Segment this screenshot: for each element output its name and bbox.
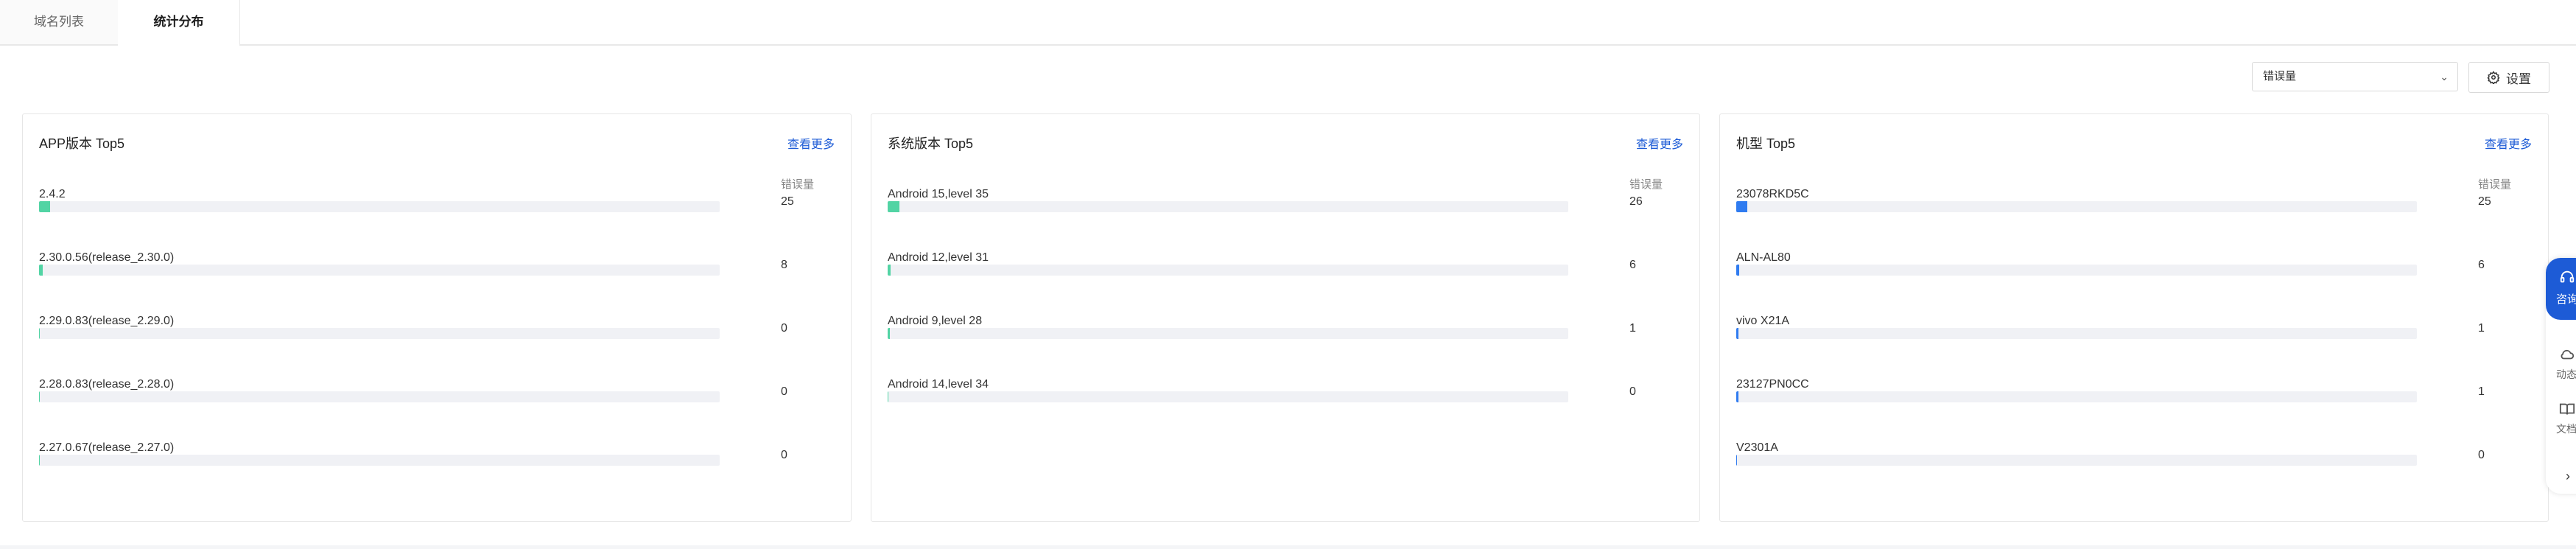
bar-track — [1736, 328, 2417, 339]
row-label: 23078RKD5C — [1736, 188, 1809, 200]
bar-track — [888, 201, 1568, 212]
tab-stats-distribution[interactable]: 统计分布 — [118, 0, 240, 46]
settings-button[interactable]: 设置 — [2468, 62, 2549, 93]
row-value: 0 — [1629, 385, 1636, 398]
row-value: 6 — [2478, 259, 2485, 271]
view-more-link[interactable]: 查看更多 — [1636, 134, 1683, 152]
card-title: 机型 Top5 — [1736, 136, 1796, 151]
card-system-version: 系统版本 Top5 查看更多 错误量 Android 15,level 35 2… — [871, 113, 1700, 522]
row-value: 1 — [2478, 322, 2485, 335]
row-value: 6 — [1629, 259, 1636, 271]
row-label: 2.28.0.83(release_2.28.0) — [39, 378, 175, 391]
bar-fill — [1736, 455, 1737, 466]
bar-track — [39, 391, 720, 402]
bar-track — [888, 391, 1568, 402]
bar-fill — [888, 328, 890, 339]
list-item: Android 9,level 28 1 — [888, 315, 1676, 344]
bar-track — [1736, 391, 2417, 402]
card-device-model: 机型 Top5 查看更多 错误量 23078RKD5C 25 ALN-AL80 … — [1719, 113, 2549, 522]
bar-track — [39, 201, 720, 212]
list-item: 23078RKD5C 25 — [1736, 188, 2524, 217]
list-item: Android 12,level 31 6 — [888, 251, 1676, 281]
dynamic-label: 动态 — [2556, 368, 2576, 380]
bar-fill — [39, 265, 43, 276]
consult-button[interactable]: 咨询 — [2546, 258, 2576, 320]
card-app-version: APP版本 Top5 查看更多 错误量 2.4.2 25 2.30.0.56(r… — [22, 113, 852, 522]
dynamic-button[interactable]: 动态 — [2546, 340, 2576, 388]
bar-track — [39, 328, 720, 339]
row-value: 26 — [1629, 195, 1643, 208]
page-bottom-divider — [0, 545, 2576, 549]
tab-bar: 域名列表 统计分布 — [0, 0, 2576, 46]
list-item: V2301A 0 — [1736, 441, 2524, 471]
row-label: V2301A — [1736, 441, 1778, 454]
list-item: vivo X21A 1 — [1736, 315, 2524, 344]
bar-track — [888, 328, 1568, 339]
docs-label: 文档 — [2556, 423, 2576, 435]
card-title: 系统版本 Top5 — [888, 136, 974, 151]
bar-fill — [39, 328, 40, 339]
row-value: 8 — [781, 259, 787, 271]
bar-track — [1736, 201, 2417, 212]
bar-track — [1736, 455, 2417, 466]
row-label: Android 12,level 31 — [888, 251, 989, 264]
row-value: 0 — [781, 322, 787, 335]
list-item: ALN-AL80 6 — [1736, 251, 2524, 281]
view-more-link[interactable]: 查看更多 — [2485, 134, 2532, 152]
row-value: 0 — [2478, 449, 2485, 461]
list-item: 2.4.2 25 — [39, 188, 827, 217]
settings-label: 设置 — [2506, 71, 2531, 86]
row-label: ALN-AL80 — [1736, 251, 1791, 264]
metric-select[interactable]: 错误量 ⌄ — [2252, 62, 2458, 91]
bar-fill — [1736, 201, 1747, 212]
card-title: APP版本 Top5 — [39, 136, 125, 151]
bar-track — [888, 265, 1568, 276]
row-label: Android 9,level 28 — [888, 315, 983, 327]
bar-fill — [888, 265, 891, 276]
book-icon — [2559, 403, 2575, 415]
bar-fill — [1736, 391, 1738, 402]
bar-track — [1736, 265, 2417, 276]
bar-fill — [39, 201, 50, 212]
tab-domain-list[interactable]: 域名列表 — [0, 0, 119, 44]
list-item: 2.27.0.67(release_2.27.0) 0 — [39, 441, 827, 471]
row-label: Android 15,level 35 — [888, 188, 989, 200]
row-label: 2.27.0.67(release_2.27.0) — [39, 441, 175, 454]
row-label: Android 14,level 34 — [888, 378, 989, 391]
list-item: Android 15,level 35 26 — [888, 188, 1676, 217]
view-more-link[interactable]: 查看更多 — [787, 134, 835, 152]
cloud-icon — [2561, 349, 2575, 360]
row-value: 0 — [781, 385, 787, 398]
bar-fill — [1736, 265, 1739, 276]
row-value: 0 — [781, 449, 787, 461]
consult-label: 咨询 — [2556, 293, 2576, 306]
headset-icon — [2560, 270, 2575, 283]
chevron-right-icon[interactable]: › — [2546, 461, 2576, 491]
row-value: 1 — [1629, 322, 1636, 335]
bar-fill — [39, 391, 40, 402]
row-label: 2.4.2 — [39, 188, 66, 200]
bar-track — [39, 265, 720, 276]
gear-icon — [2487, 71, 2500, 84]
floating-side-panel: 咨询 动态 文档 › — [2546, 258, 2576, 494]
docs-button[interactable]: 文档 — [2546, 395, 2576, 442]
bar-fill — [1736, 328, 1738, 339]
metric-select-value: 错误量 — [2263, 70, 2297, 83]
bar-track — [39, 455, 720, 466]
list-item: Android 14,level 34 0 — [888, 378, 1676, 408]
list-item: 2.28.0.83(release_2.28.0) 0 — [39, 378, 827, 408]
bar-fill — [888, 201, 899, 212]
chevron-down-icon: ⌄ — [2440, 71, 2449, 83]
row-label: 23127PN0CC — [1736, 378, 1809, 391]
row-value: 1 — [2478, 385, 2485, 398]
bar-fill — [39, 455, 40, 466]
list-item: 23127PN0CC 1 — [1736, 378, 2524, 408]
row-label: 2.30.0.56(release_2.30.0) — [39, 251, 175, 264]
list-item: 2.29.0.83(release_2.29.0) 0 — [39, 315, 827, 344]
row-label: vivo X21A — [1736, 315, 1790, 327]
row-value: 25 — [781, 195, 794, 208]
list-item: 2.30.0.56(release_2.30.0) 8 — [39, 251, 827, 281]
row-value: 25 — [2478, 195, 2491, 208]
row-label: 2.29.0.83(release_2.29.0) — [39, 315, 175, 327]
